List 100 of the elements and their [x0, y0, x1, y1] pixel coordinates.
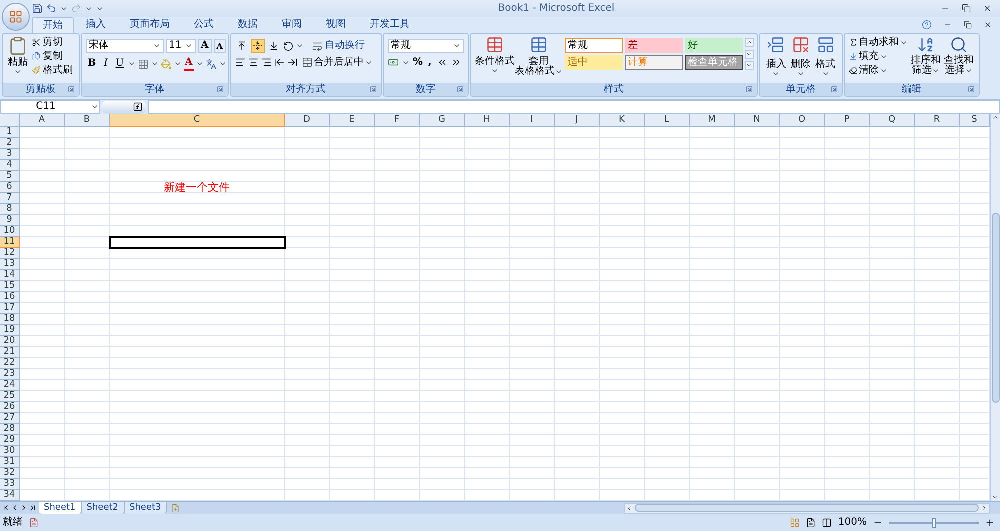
align-right-icon[interactable] [261, 57, 272, 68]
column-header[interactable]: I [510, 114, 555, 127]
column-header[interactable]: R [915, 114, 960, 127]
row-header[interactable]: 14 [0, 270, 20, 281]
cells-button[interactable]: 格式 [813, 36, 838, 78]
row-header[interactable]: 34 [0, 490, 20, 501]
table-format-button[interactable]: 套用 表格格式 [515, 36, 563, 77]
clipboard-button[interactable]: 复制 [32, 50, 73, 63]
first-sheet-icon[interactable] [2, 504, 10, 512]
next-sheet-icon[interactable] [20, 504, 28, 512]
editing-button[interactable]: 填充 [849, 50, 908, 63]
column-header[interactable]: H [465, 114, 510, 127]
vertical-align-button[interactable] [251, 39, 265, 53]
row-header[interactable]: 19 [0, 325, 20, 336]
vertical-scrollbar[interactable] [990, 114, 1000, 501]
decrease-indent-icon[interactable] [274, 57, 285, 68]
align-left-icon[interactable] [235, 57, 246, 68]
fill-color-icon[interactable] [161, 58, 172, 70]
sort-filter-button[interactable]: 排序和 筛选 [911, 36, 941, 76]
launcher-icon[interactable] [217, 86, 224, 93]
save-icon[interactable] [32, 3, 43, 14]
select-all-button[interactable] [0, 114, 20, 127]
align-center-icon[interactable] [248, 57, 259, 68]
row-header[interactable]: 11 [0, 237, 20, 248]
row-header[interactable]: 15 [0, 281, 20, 292]
launcher-icon[interactable] [370, 86, 377, 93]
insert-function-button[interactable] [101, 100, 147, 114]
number-format-dropdown[interactable]: 常规 [388, 39, 464, 53]
ribbon-tab[interactable]: 页面布局 [118, 17, 182, 33]
bold-button[interactable]: B [86, 57, 98, 71]
column-header[interactable]: F [375, 114, 420, 127]
zoom-in-icon[interactable] [985, 518, 995, 528]
italic-button[interactable]: I [100, 57, 112, 71]
previous-sheet-icon[interactable] [11, 504, 19, 512]
page-break-icon[interactable] [822, 518, 832, 528]
font-dropdown[interactable]: 宋体 [86, 39, 164, 53]
row-header[interactable]: 5 [0, 171, 20, 182]
sheet-tab[interactable]: Sheet2 [82, 502, 124, 514]
row-header[interactable]: 9 [0, 215, 20, 226]
column-header[interactable]: L [645, 114, 690, 127]
row-header[interactable]: 24 [0, 380, 20, 391]
row-header[interactable]: 23 [0, 369, 20, 380]
row-header[interactable]: 10 [0, 226, 20, 237]
page-layout-icon[interactable] [806, 518, 816, 528]
row-header[interactable]: 8 [0, 204, 20, 215]
row-header[interactable]: 7 [0, 193, 20, 204]
ribbon-tab[interactable]: 插入 [74, 17, 118, 33]
row-header[interactable]: 27 [0, 413, 20, 424]
ribbon-tab[interactable]: 数据 [226, 17, 270, 33]
increase-indent-icon[interactable] [287, 57, 298, 68]
row-header[interactable]: 29 [0, 435, 20, 446]
restore-icon[interactable] [964, 21, 972, 29]
row-header[interactable]: 33 [0, 479, 20, 490]
last-sheet-icon[interactable] [29, 504, 37, 512]
clipboard-button[interactable]: 格式刷 [32, 64, 73, 77]
sheet-tab[interactable]: Sheet3 [124, 502, 168, 514]
column-header[interactable]: A [20, 114, 65, 127]
ribbon-tab[interactable]: 公式 [182, 17, 226, 33]
launcher-icon[interactable] [68, 86, 75, 93]
find-select-button[interactable]: 查找和 选择 [944, 36, 974, 76]
row-header[interactable]: 28 [0, 424, 20, 435]
orientation-icon[interactable] [283, 40, 294, 52]
editing-button[interactable]: 自动求和 [849, 36, 908, 49]
underline-button[interactable]: U [114, 57, 126, 71]
shrink-font-button[interactable]: A [214, 39, 226, 53]
column-header[interactable]: E [330, 114, 375, 127]
font-color-button[interactable]: A [184, 57, 194, 71]
insert-sheet-icon[interactable] [171, 504, 180, 512]
office-button[interactable] [2, 2, 30, 30]
zoom-thumb[interactable] [932, 518, 936, 528]
scroll-up-icon[interactable] [992, 114, 999, 121]
row-header[interactable]: 22 [0, 358, 20, 369]
font-size-dropdown[interactable]: 11 [166, 39, 196, 53]
macro-record-icon[interactable] [29, 518, 39, 528]
sheet-tab[interactable]: Sheet1 [39, 502, 82, 514]
column-header[interactable]: B [65, 114, 110, 127]
scroll-left-icon[interactable] [626, 504, 634, 512]
cells-button[interactable]: 插入 [764, 36, 789, 78]
row-header[interactable]: 25 [0, 391, 20, 402]
normal-view-icon[interactable] [790, 518, 800, 528]
column-header[interactable]: N [735, 114, 780, 127]
ribbon-tab[interactable]: 开始 [32, 17, 74, 33]
row-header[interactable]: 6 [0, 182, 20, 193]
increase-decimal-icon[interactable] [436, 57, 448, 68]
row-header[interactable]: 21 [0, 347, 20, 358]
row-header[interactable]: 17 [0, 303, 20, 314]
column-header[interactable]: P [825, 114, 870, 127]
horizontal-scrollbar[interactable] [624, 502, 990, 514]
close-icon[interactable] [983, 4, 992, 13]
column-header[interactable]: G [420, 114, 465, 127]
comma-button[interactable]: , [426, 58, 434, 68]
row-header[interactable]: 18 [0, 314, 20, 325]
scroll-thumb[interactable] [992, 212, 1000, 402]
wrap-text-button[interactable]: 自动换行 [312, 40, 365, 52]
zoom-slider[interactable] [889, 518, 979, 528]
grid-cell[interactable]: 新建一个文件 [110, 182, 285, 193]
column-header[interactable]: C [110, 114, 285, 127]
gallery-down-icon[interactable] [745, 50, 754, 58]
redo-icon[interactable] [71, 3, 82, 14]
currency-icon[interactable] [388, 57, 399, 68]
